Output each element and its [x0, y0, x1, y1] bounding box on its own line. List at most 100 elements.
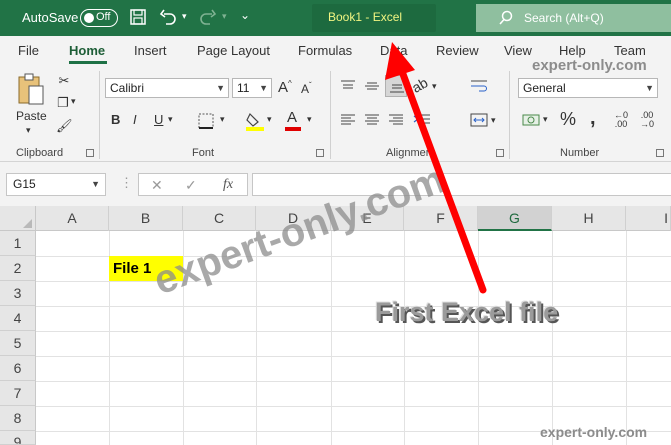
customize-toolbar-icon[interactable]: ⌄: [240, 8, 250, 22]
underline-button[interactable]: U: [154, 112, 163, 127]
row-header-4[interactable]: 4: [0, 306, 36, 331]
tab-view[interactable]: View: [504, 43, 532, 58]
copy-dropdown-icon[interactable]: ▾: [71, 96, 76, 107]
group-separator: [509, 71, 510, 159]
decrease-font-icon[interactable]: Aˇ: [301, 81, 312, 96]
accounting-dropdown-icon[interactable]: ▾: [543, 114, 548, 125]
fill-color-dropdown-icon[interactable]: ▾: [267, 114, 272, 125]
row-header-3[interactable]: 3: [0, 281, 36, 306]
paste-icon[interactable]: [16, 71, 46, 107]
borders-dropdown-icon[interactable]: ▾: [220, 114, 225, 125]
tab-formulas[interactable]: Formulas: [298, 43, 352, 58]
redo-dropdown-icon: ▾: [222, 11, 227, 21]
clipboard-launcher-icon[interactable]: [86, 149, 94, 157]
document-title: Book1 - Excel: [312, 4, 436, 32]
gridline: [552, 231, 553, 445]
chevron-down-icon: ▼: [91, 179, 100, 189]
row-header-6[interactable]: 6: [0, 356, 36, 381]
cancel-icon[interactable]: ✕: [151, 177, 163, 194]
orientation-dropdown-icon[interactable]: ▾: [432, 81, 437, 92]
insert-function-icon[interactable]: fx: [223, 177, 233, 193]
orientation-icon[interactable]: ab: [409, 74, 430, 96]
borders-icon[interactable]: [198, 113, 216, 129]
increase-decimal-icon[interactable]: ←0.00: [614, 111, 628, 129]
merge-dropdown-icon[interactable]: ▾: [491, 115, 496, 126]
tab-home[interactable]: Home: [69, 43, 105, 58]
worksheet-grid: A B C D E F G H I 1 2 3 4 5 6 7 8 9 File…: [0, 206, 671, 445]
bottom-align-button[interactable]: [385, 75, 407, 97]
redo-icon[interactable]: [198, 7, 218, 27]
column-header-b[interactable]: B: [109, 206, 183, 231]
font-name-dropdown[interactable]: Calibri ▼: [105, 78, 229, 98]
number-format-dropdown[interactable]: General ▼: [518, 78, 658, 98]
middle-align-icon[interactable]: [364, 79, 380, 93]
enter-icon[interactable]: ✓: [185, 177, 197, 194]
italic-button[interactable]: I: [133, 112, 137, 127]
decrease-decimal-icon[interactable]: .00 →0: [640, 111, 654, 129]
row-header-9[interactable]: 9: [0, 431, 36, 445]
increase-font-icon[interactable]: A^: [278, 79, 292, 96]
bold-button[interactable]: B: [111, 112, 120, 127]
select-all-button[interactable]: [0, 206, 36, 231]
formula-bar-splitter-icon[interactable]: ⋮: [120, 175, 133, 191]
undo-dropdown-icon[interactable]: ▾: [182, 11, 187, 22]
align-left-icon[interactable]: [340, 113, 356, 127]
cut-icon[interactable]: ✂: [56, 73, 72, 89]
save-icon[interactable]: [128, 7, 148, 27]
clipboard-group-label: Clipboard: [16, 147, 64, 159]
formula-input[interactable]: [252, 173, 671, 196]
top-align-icon[interactable]: [340, 79, 356, 93]
autosave-toggle[interactable]: Off: [80, 9, 118, 27]
column-header-g[interactable]: G: [478, 206, 552, 231]
column-header-i[interactable]: I: [626, 206, 671, 231]
font-color-icon[interactable]: A: [287, 109, 297, 126]
merge-center-icon[interactable]: [470, 113, 488, 127]
gridline: [36, 406, 671, 407]
tab-review[interactable]: Review: [436, 43, 479, 58]
tab-file[interactable]: File: [18, 43, 39, 58]
font-launcher-icon[interactable]: [316, 149, 324, 157]
row-header-5[interactable]: 5: [0, 331, 36, 356]
indent-icon[interactable]: [413, 113, 431, 127]
group-separator: [99, 71, 100, 159]
row-header-8[interactable]: 8: [0, 406, 36, 431]
row-header-2[interactable]: 2: [0, 256, 36, 281]
column-header-a[interactable]: A: [36, 206, 109, 231]
number-launcher-icon[interactable]: [656, 149, 664, 157]
autosave-state: Off: [96, 11, 111, 23]
alignment-launcher-icon[interactable]: [496, 149, 504, 157]
format-painter-icon[interactable]: 🖌: [56, 118, 73, 134]
tab-page-layout[interactable]: Page Layout: [197, 43, 270, 58]
search-icon: [499, 10, 513, 25]
copy-icon[interactable]: ❐: [55, 95, 71, 111]
underline-dropdown-icon[interactable]: ▾: [168, 114, 173, 125]
number-format-value: General: [523, 81, 566, 95]
comma-style-icon[interactable]: ,: [590, 107, 596, 130]
fill-color-icon[interactable]: [245, 111, 265, 131]
font-size-dropdown[interactable]: 11 ▼: [232, 78, 272, 98]
wrap-text-icon[interactable]: [470, 79, 488, 93]
tab-insert[interactable]: Insert: [134, 43, 167, 58]
toggle-knob: [84, 13, 94, 23]
row-header-1[interactable]: 1: [0, 231, 36, 256]
align-center-icon[interactable]: [364, 113, 380, 127]
gridline: [626, 231, 627, 445]
tab-team[interactable]: Team: [614, 43, 646, 58]
column-header-h[interactable]: H: [552, 206, 626, 231]
tab-data[interactable]: Data: [380, 43, 407, 58]
row-header-7[interactable]: 7: [0, 381, 36, 406]
gridline: [36, 381, 671, 382]
percent-style-icon[interactable]: %: [560, 109, 576, 130]
undo-icon[interactable]: [158, 7, 178, 27]
paste-dropdown-icon[interactable]: ▾: [26, 125, 31, 136]
align-right-icon[interactable]: [388, 113, 404, 127]
search-box[interactable]: Search (Alt+Q): [476, 4, 671, 32]
tab-help[interactable]: Help: [559, 43, 586, 58]
accounting-format-icon[interactable]: [522, 111, 540, 129]
name-box[interactable]: G15 ▼: [6, 173, 106, 196]
autosave-label: AutoSave: [22, 10, 79, 25]
chevron-down-icon: ▼: [645, 83, 654, 93]
paste-label[interactable]: Paste: [16, 109, 47, 123]
gridline: [36, 306, 671, 307]
font-color-dropdown-icon[interactable]: ▾: [307, 114, 312, 125]
